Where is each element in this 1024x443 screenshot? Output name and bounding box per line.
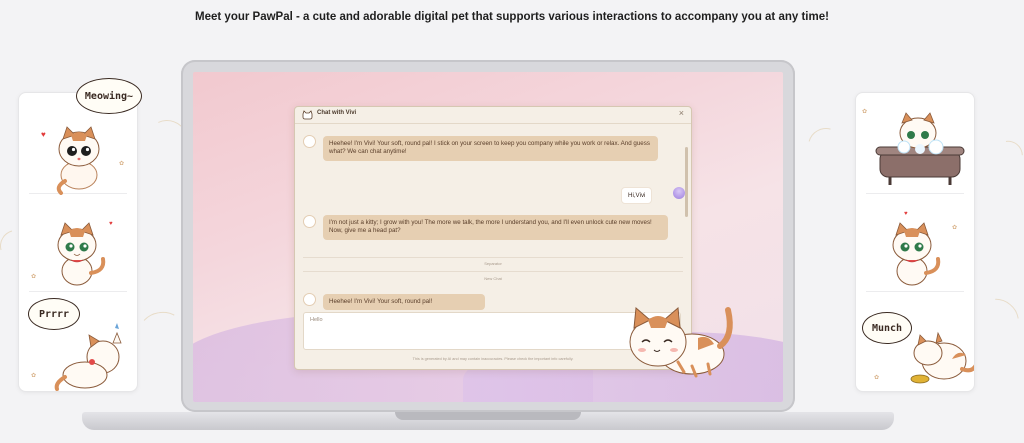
right-pet-card: ✿ ♥ ✿ ✿ bbox=[855, 92, 975, 392]
chat-scrollbar[interactable] bbox=[685, 147, 688, 217]
divider-line bbox=[303, 257, 683, 258]
svg-text:♥: ♥ bbox=[904, 211, 908, 217]
svg-text:✿: ✿ bbox=[31, 372, 36, 379]
speech-bubble-munch: Munch bbox=[862, 312, 912, 344]
cat-sticker-eating[interactable]: ✿ bbox=[856, 299, 974, 391]
decorative-arc bbox=[982, 133, 1024, 183]
svg-text:✿: ✿ bbox=[862, 108, 867, 115]
pet-message: I'm not just a kitty; I grow with you! T… bbox=[323, 215, 668, 240]
pet-message: Heehee! I'm Vivi! Your soft, round pal! … bbox=[323, 136, 658, 161]
close-icon[interactable]: × bbox=[679, 108, 684, 118]
page-headline: Meet your PawPal - a cute and adorable d… bbox=[195, 11, 829, 23]
cat-sticker-sitting[interactable]: ♥ ✿ bbox=[856, 203, 974, 293]
svg-text:✿: ✿ bbox=[119, 160, 124, 167]
cat-logo-icon bbox=[302, 110, 313, 120]
desktop-pet-cat[interactable] bbox=[620, 298, 738, 382]
cat-sticker-curious[interactable]: ♥ ✿ bbox=[19, 105, 137, 195]
divider-line bbox=[303, 271, 683, 272]
left-pet-card: ♥ ✿ ♥ ✿ ✿ bbox=[18, 92, 138, 392]
decorative-arc bbox=[801, 121, 851, 171]
svg-text:✿: ✿ bbox=[31, 273, 36, 280]
svg-text:✿: ✿ bbox=[874, 374, 879, 381]
decorative-arc bbox=[971, 290, 1024, 346]
decorative-arc bbox=[137, 308, 185, 348]
pet-message: Heehee! I'm Vivi! Your soft, round pal! bbox=[323, 294, 485, 311]
pet-avatar bbox=[303, 215, 316, 228]
svg-text:♥: ♥ bbox=[109, 221, 113, 227]
speech-bubble-meowing: Meowing~ bbox=[76, 78, 142, 114]
pet-avatar bbox=[303, 293, 316, 306]
cat-sticker-bathtub[interactable]: ✿ bbox=[856, 103, 974, 193]
user-message: Hi,Vivi bbox=[621, 187, 653, 204]
cat-sticker-sitting[interactable]: ♥ ✿ bbox=[19, 203, 137, 293]
pet-avatar bbox=[303, 135, 316, 148]
heart-icon: ♥ bbox=[41, 130, 46, 139]
svg-text:✿: ✿ bbox=[952, 224, 957, 231]
chat-title: Chat with Vivi bbox=[317, 110, 357, 116]
new-chat-label[interactable]: New Chat bbox=[295, 276, 691, 281]
card-divider bbox=[866, 193, 964, 194]
user-avatar bbox=[673, 187, 685, 199]
laptop-notch bbox=[395, 412, 581, 420]
speech-bubble-prrrr: Prrrr bbox=[28, 298, 80, 330]
chat-header: Chat with Vivi × bbox=[295, 107, 691, 124]
separator-label: Separator bbox=[484, 261, 502, 266]
